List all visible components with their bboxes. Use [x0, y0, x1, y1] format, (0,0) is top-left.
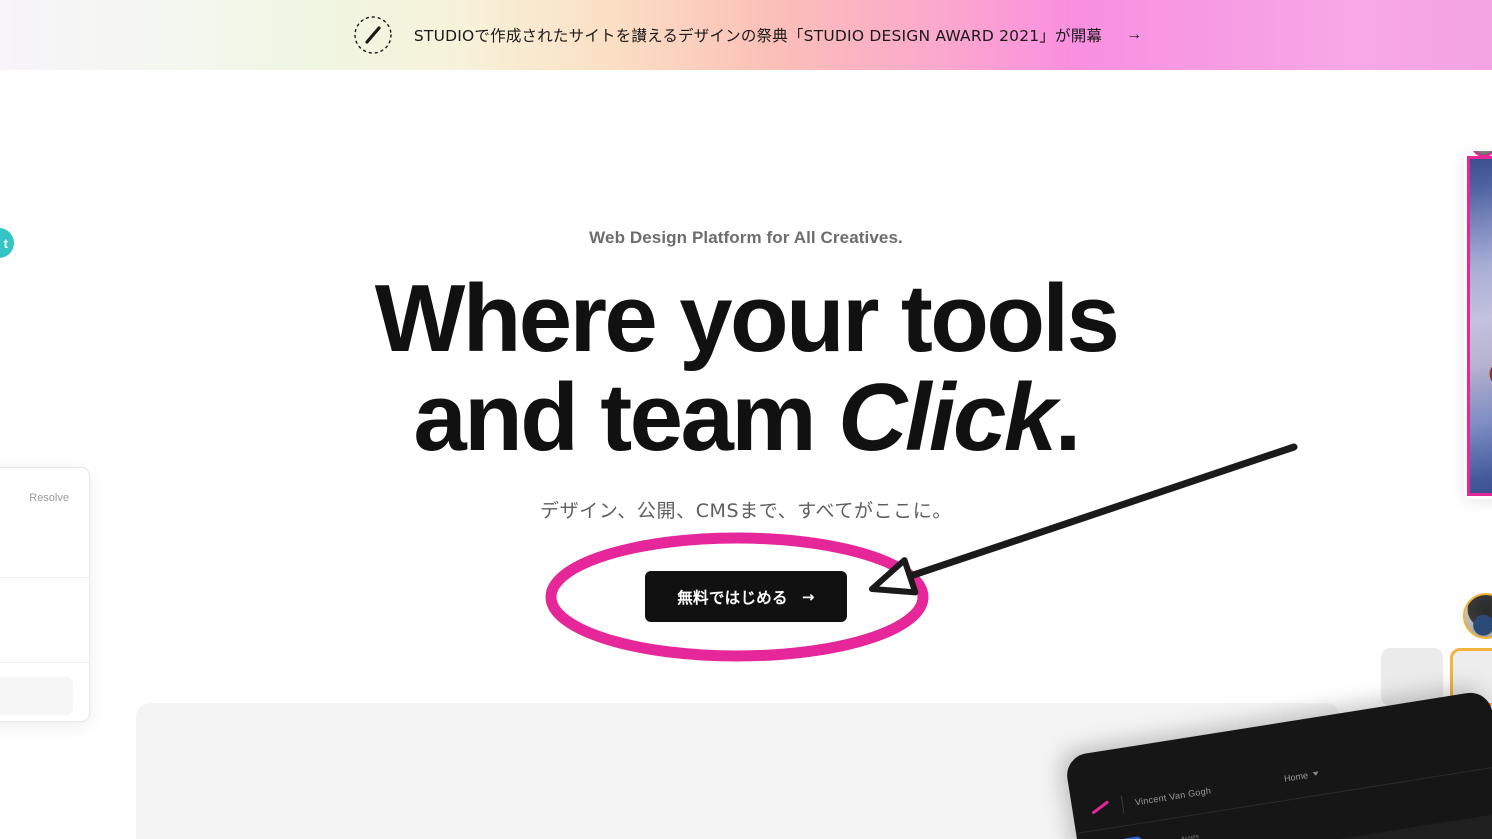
comment-card[interactable]: Resolve get the [0, 467, 90, 722]
device-project-title: Vincent Van Gogh [1134, 784, 1212, 807]
artwork-image[interactable] [1467, 151, 1492, 496]
comment-card-thread [0, 578, 89, 663]
headline-line-2-end: . [1054, 363, 1082, 471]
device-page-selector[interactable]: Home [1283, 768, 1319, 783]
pen-icon [1091, 800, 1110, 815]
comment-card-text: get the [0, 532, 69, 553]
announcement-banner-text: STUDIOで作成されたサイトを讃えるデザインの祭典「STUDIO DESIGN… [413, 27, 1103, 45]
comment-card-footer [0, 663, 89, 721]
announcement-banner[interactable]: STUDIOで作成されたサイトを讃えるデザインの祭典「STUDIO DESIGN… [0, 0, 1492, 70]
announcement-banner-content: STUDIOで作成されたサイトを讃えるデザインの祭典「STUDIO DESIGN… [350, 12, 1142, 58]
hero-section: Web Design Platform for All Creatives. W… [0, 70, 1492, 523]
page-title: Where your tools and team Click. [0, 269, 1492, 471]
artwork-card[interactable] [1464, 151, 1492, 499]
comment-card-header: Resolve get the [0, 468, 89, 578]
hero-eyebrow: Web Design Platform for All Creatives. [589, 228, 903, 247]
studio-landing-page: STUDIOで作成されたサイトを讃えるデザインの祭典「STUDIO DESIGN… [0, 0, 1492, 839]
arrow-right-icon: → [801, 587, 815, 606]
toolbar-divider [1120, 794, 1125, 813]
device-tool-label-assets: Assets [1180, 833, 1200, 839]
headline-line-1: Where your tools [374, 265, 1120, 372]
cta-container: 無料ではじめる → [0, 571, 1492, 622]
teal-badge-label: t [3, 235, 8, 251]
start-free-button-label: 無料ではじめる [677, 588, 788, 607]
announcement-banner-arrow-icon: → [1126, 26, 1143, 43]
hero-subcopy: デザイン、公開、CMSまで、すべてがここに。 [540, 499, 952, 522]
start-free-button[interactable]: 無料ではじめる → [645, 571, 847, 622]
resolve-button[interactable]: Resolve [29, 492, 69, 504]
chevron-down-icon [1312, 770, 1319, 776]
headline-line-2-plain: and team [413, 363, 839, 471]
comment-reply-input[interactable] [0, 677, 73, 715]
device-page-label: Home [1283, 769, 1309, 784]
avatar[interactable] [1471, 151, 1492, 157]
pen-circle-icon [354, 16, 392, 54]
headline-emphasis: Click [838, 363, 1057, 471]
